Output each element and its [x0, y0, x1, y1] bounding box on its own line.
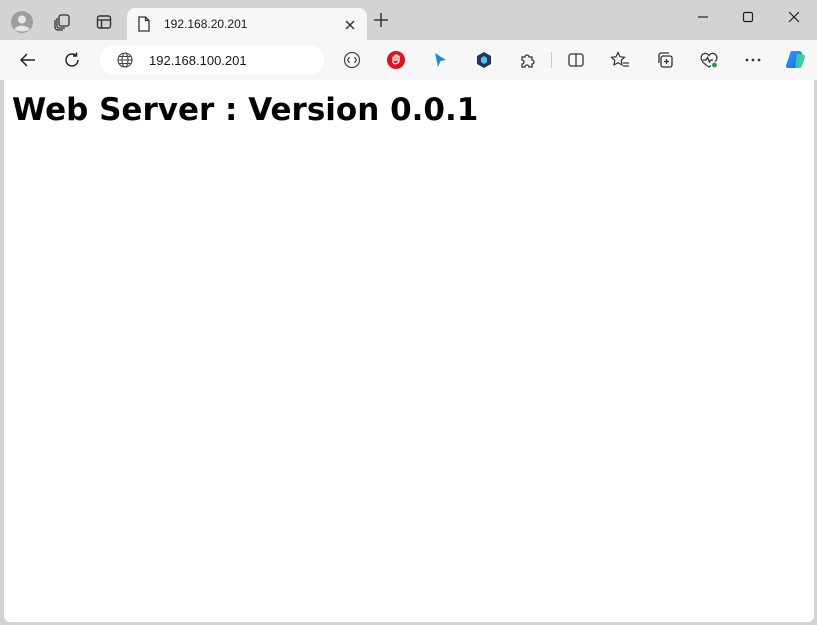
more-dots-icon[interactable] [741, 48, 765, 72]
page-heading: Web Server : Version 0.0.1 [12, 92, 479, 128]
split-screen-icon[interactable] [564, 48, 588, 72]
close-window-button[interactable] [783, 8, 805, 26]
url-text[interactable]: 192.168.100.201 [149, 53, 247, 68]
blue-cursor-icon[interactable] [428, 48, 452, 72]
profile-avatar-icon[interactable] [10, 10, 34, 34]
tab-actions-icon[interactable] [92, 10, 116, 34]
dark-hex-icon[interactable] [472, 48, 496, 72]
page-icon [137, 16, 151, 37]
tab-title: 192.168.20.201 [164, 17, 248, 31]
new-tab-button[interactable] [373, 12, 389, 33]
refresh-button[interactable] [60, 48, 84, 72]
tab-bar: 192.168.20.201 [0, 0, 817, 41]
favorites-star-icon[interactable] [608, 48, 632, 72]
collections-icon[interactable] [653, 48, 677, 72]
opera-red-shield-icon[interactable] [384, 48, 408, 72]
minimize-button[interactable] [692, 8, 714, 26]
address-bar[interactable]: 192.168.100.201 [100, 45, 324, 75]
puzzle-icon[interactable] [516, 48, 540, 72]
maximize-button[interactable] [737, 8, 759, 26]
workspaces-icon[interactable] [50, 10, 74, 34]
back-button[interactable] [16, 48, 40, 72]
browser-window: 192.168.20.201 192.168.100.201 Web Serve… [0, 0, 817, 625]
copilot-icon[interactable] [783, 48, 807, 72]
tab-close-button[interactable] [344, 18, 356, 36]
globe-icon[interactable] [117, 52, 133, 73]
immersive-reader-icon[interactable] [340, 48, 364, 72]
toolbar-separator [551, 52, 552, 68]
page-content: Web Server : Version 0.0.1 [4, 80, 814, 622]
browser-essentials-icon[interactable] [697, 48, 721, 72]
tab-active[interactable]: 192.168.20.201 [127, 8, 367, 41]
navigation-toolbar: 192.168.100.201 [0, 40, 817, 80]
